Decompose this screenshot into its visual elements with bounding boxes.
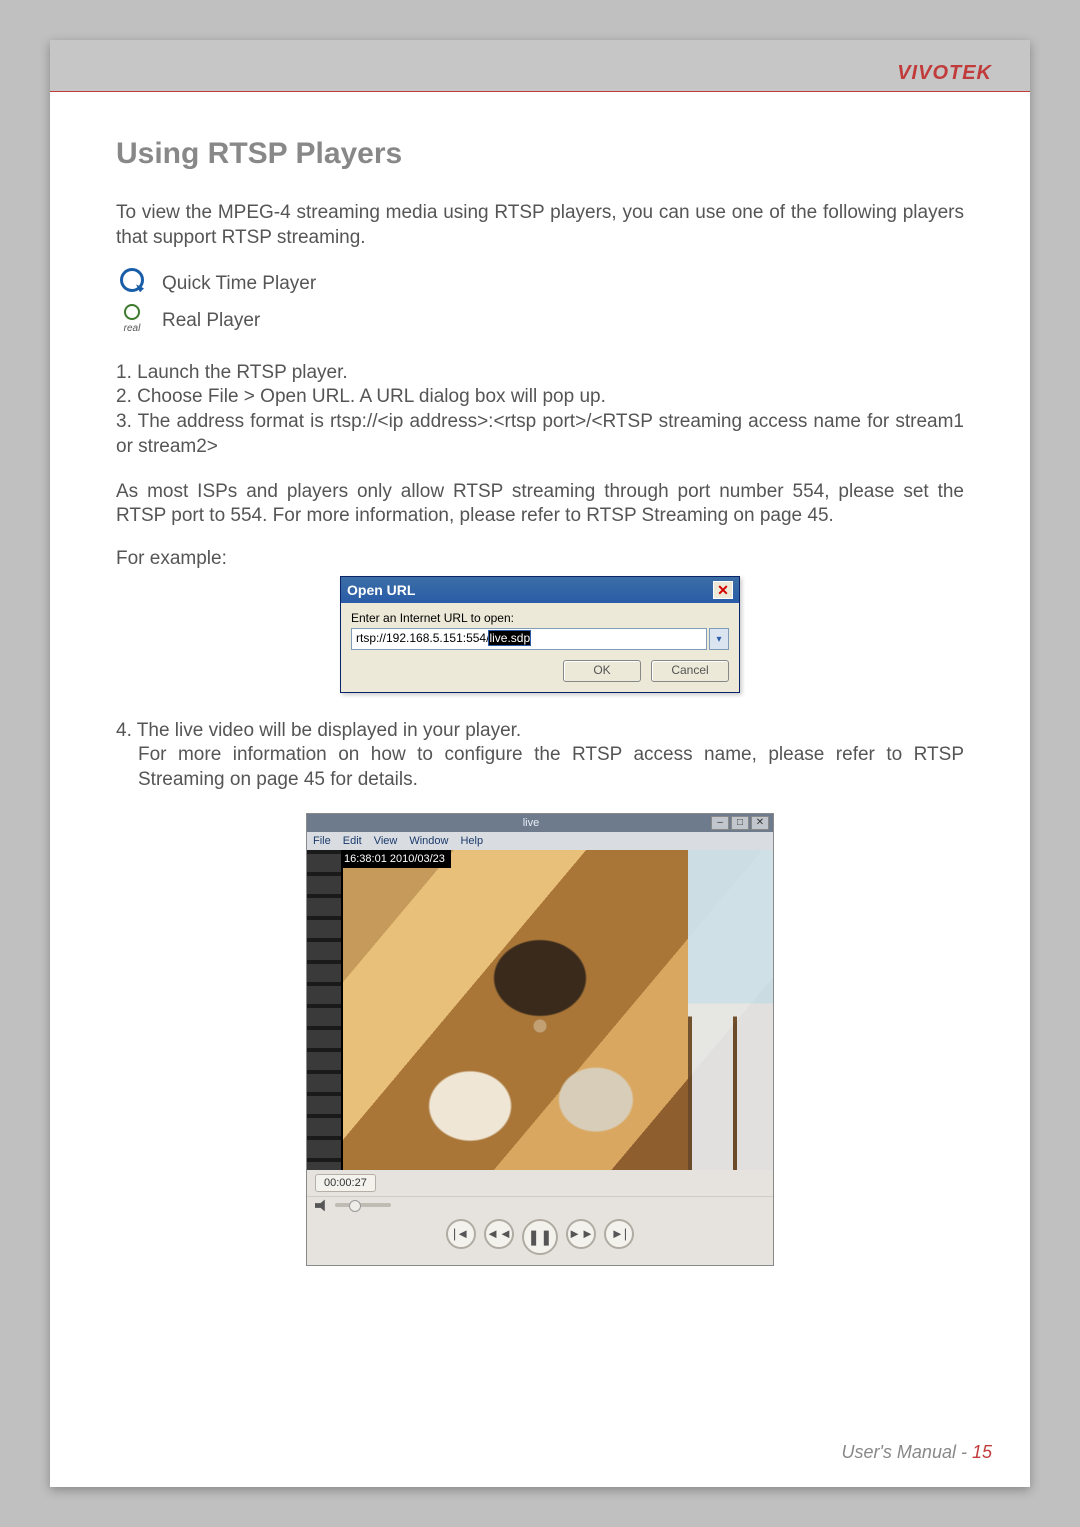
player-osd-timestamp: Video 16:38:01 2010/03/23 xyxy=(307,850,451,868)
skip-end-button[interactable]: ►| xyxy=(604,1219,634,1249)
footer-label: User's Manual - xyxy=(841,1442,971,1462)
media-player-window: live – □ ✕ File Edit View Window Help Vi… xyxy=(306,813,774,1267)
page-footer: User's Manual - 15 xyxy=(841,1442,992,1463)
realplayer-icon: real xyxy=(116,304,148,339)
player-quicktime: Quick Time Player xyxy=(116,268,964,300)
player-minimize-button[interactable]: – xyxy=(711,816,729,830)
menu-help[interactable]: Help xyxy=(460,834,483,848)
player-real: real Real Player xyxy=(116,304,964,339)
player-quicktime-label: Quick Time Player xyxy=(162,272,316,297)
menu-view[interactable]: View xyxy=(374,834,398,848)
rewind-button[interactable]: ◄◄ xyxy=(484,1219,514,1249)
dialog-cancel-button[interactable]: Cancel xyxy=(651,660,729,682)
steps-list-2: 4. The live video will be displayed in y… xyxy=(116,719,964,793)
url-dropdown-button[interactable]: ▾ xyxy=(709,628,729,650)
player-close-button[interactable]: ✕ xyxy=(751,816,769,830)
step-4b: For more information on how to configure… xyxy=(116,743,964,792)
player-menubar: File Edit View Window Help xyxy=(307,832,773,850)
menu-file[interactable]: File xyxy=(313,834,331,848)
url-input[interactable]: rtsp://192.168.5.151:554/live.sdp xyxy=(351,628,707,650)
step-2: 2. Choose File > Open URL. A URL dialog … xyxy=(116,385,964,410)
pause-button[interactable]: ❚❚ xyxy=(522,1219,558,1255)
player-titlebar: live – □ ✕ xyxy=(307,814,773,832)
player-title-text: live xyxy=(351,816,711,830)
skip-start-button[interactable]: |◄ xyxy=(446,1219,476,1249)
steps-list: 1. Launch the RTSP player. 2. Choose Fil… xyxy=(116,361,964,460)
player-list: Quick Time Player real Real Player xyxy=(116,268,964,338)
step-1: 1. Launch the RTSP player. xyxy=(116,361,964,386)
footer-page-number: 15 xyxy=(972,1442,992,1462)
dialog-titlebar: Open URL ✕ xyxy=(341,577,739,603)
dialog-ok-button[interactable]: OK xyxy=(563,660,641,682)
player-timebar: 00:00:27 xyxy=(307,1170,773,1196)
header-band: VIVOTEK xyxy=(50,40,1030,92)
dialog-close-button[interactable]: ✕ xyxy=(713,581,733,599)
volume-icon[interactable] xyxy=(315,1199,329,1211)
player-maximize-button[interactable]: □ xyxy=(731,816,749,830)
for-example-label: For example: xyxy=(116,547,227,572)
dialog-url-label: Enter an Internet URL to open: xyxy=(351,611,729,627)
brand-label: VIVOTEK xyxy=(897,62,992,85)
player-controls: |◄ ◄◄ ❚❚ ►► ►| xyxy=(307,1213,773,1265)
player-elapsed-time: 00:00:27 xyxy=(315,1174,376,1192)
open-url-dialog: Open URL ✕ Enter an Internet URL to open… xyxy=(340,576,740,693)
quicktime-icon xyxy=(116,268,148,300)
intro-paragraph: To view the MPEG-4 streaming media using… xyxy=(116,201,964,250)
dialog-title-text: Open URL xyxy=(347,581,415,599)
volume-slider[interactable] xyxy=(335,1203,391,1207)
menu-edit[interactable]: Edit xyxy=(343,834,362,848)
player-video-area: Video 16:38:01 2010/03/23 xyxy=(307,850,773,1170)
step-3: 3. The address format is rtsp://<ip addr… xyxy=(116,410,964,459)
section-title: Using RTSP Players xyxy=(116,134,964,173)
step-4a: 4. The live video will be displayed in y… xyxy=(116,719,964,744)
player-volume-row xyxy=(307,1196,773,1213)
menu-window[interactable]: Window xyxy=(409,834,448,848)
forward-button[interactable]: ►► xyxy=(566,1219,596,1249)
isp-note: As most ISPs and players only allow RTSP… xyxy=(116,480,964,529)
player-real-label: Real Player xyxy=(162,309,260,334)
